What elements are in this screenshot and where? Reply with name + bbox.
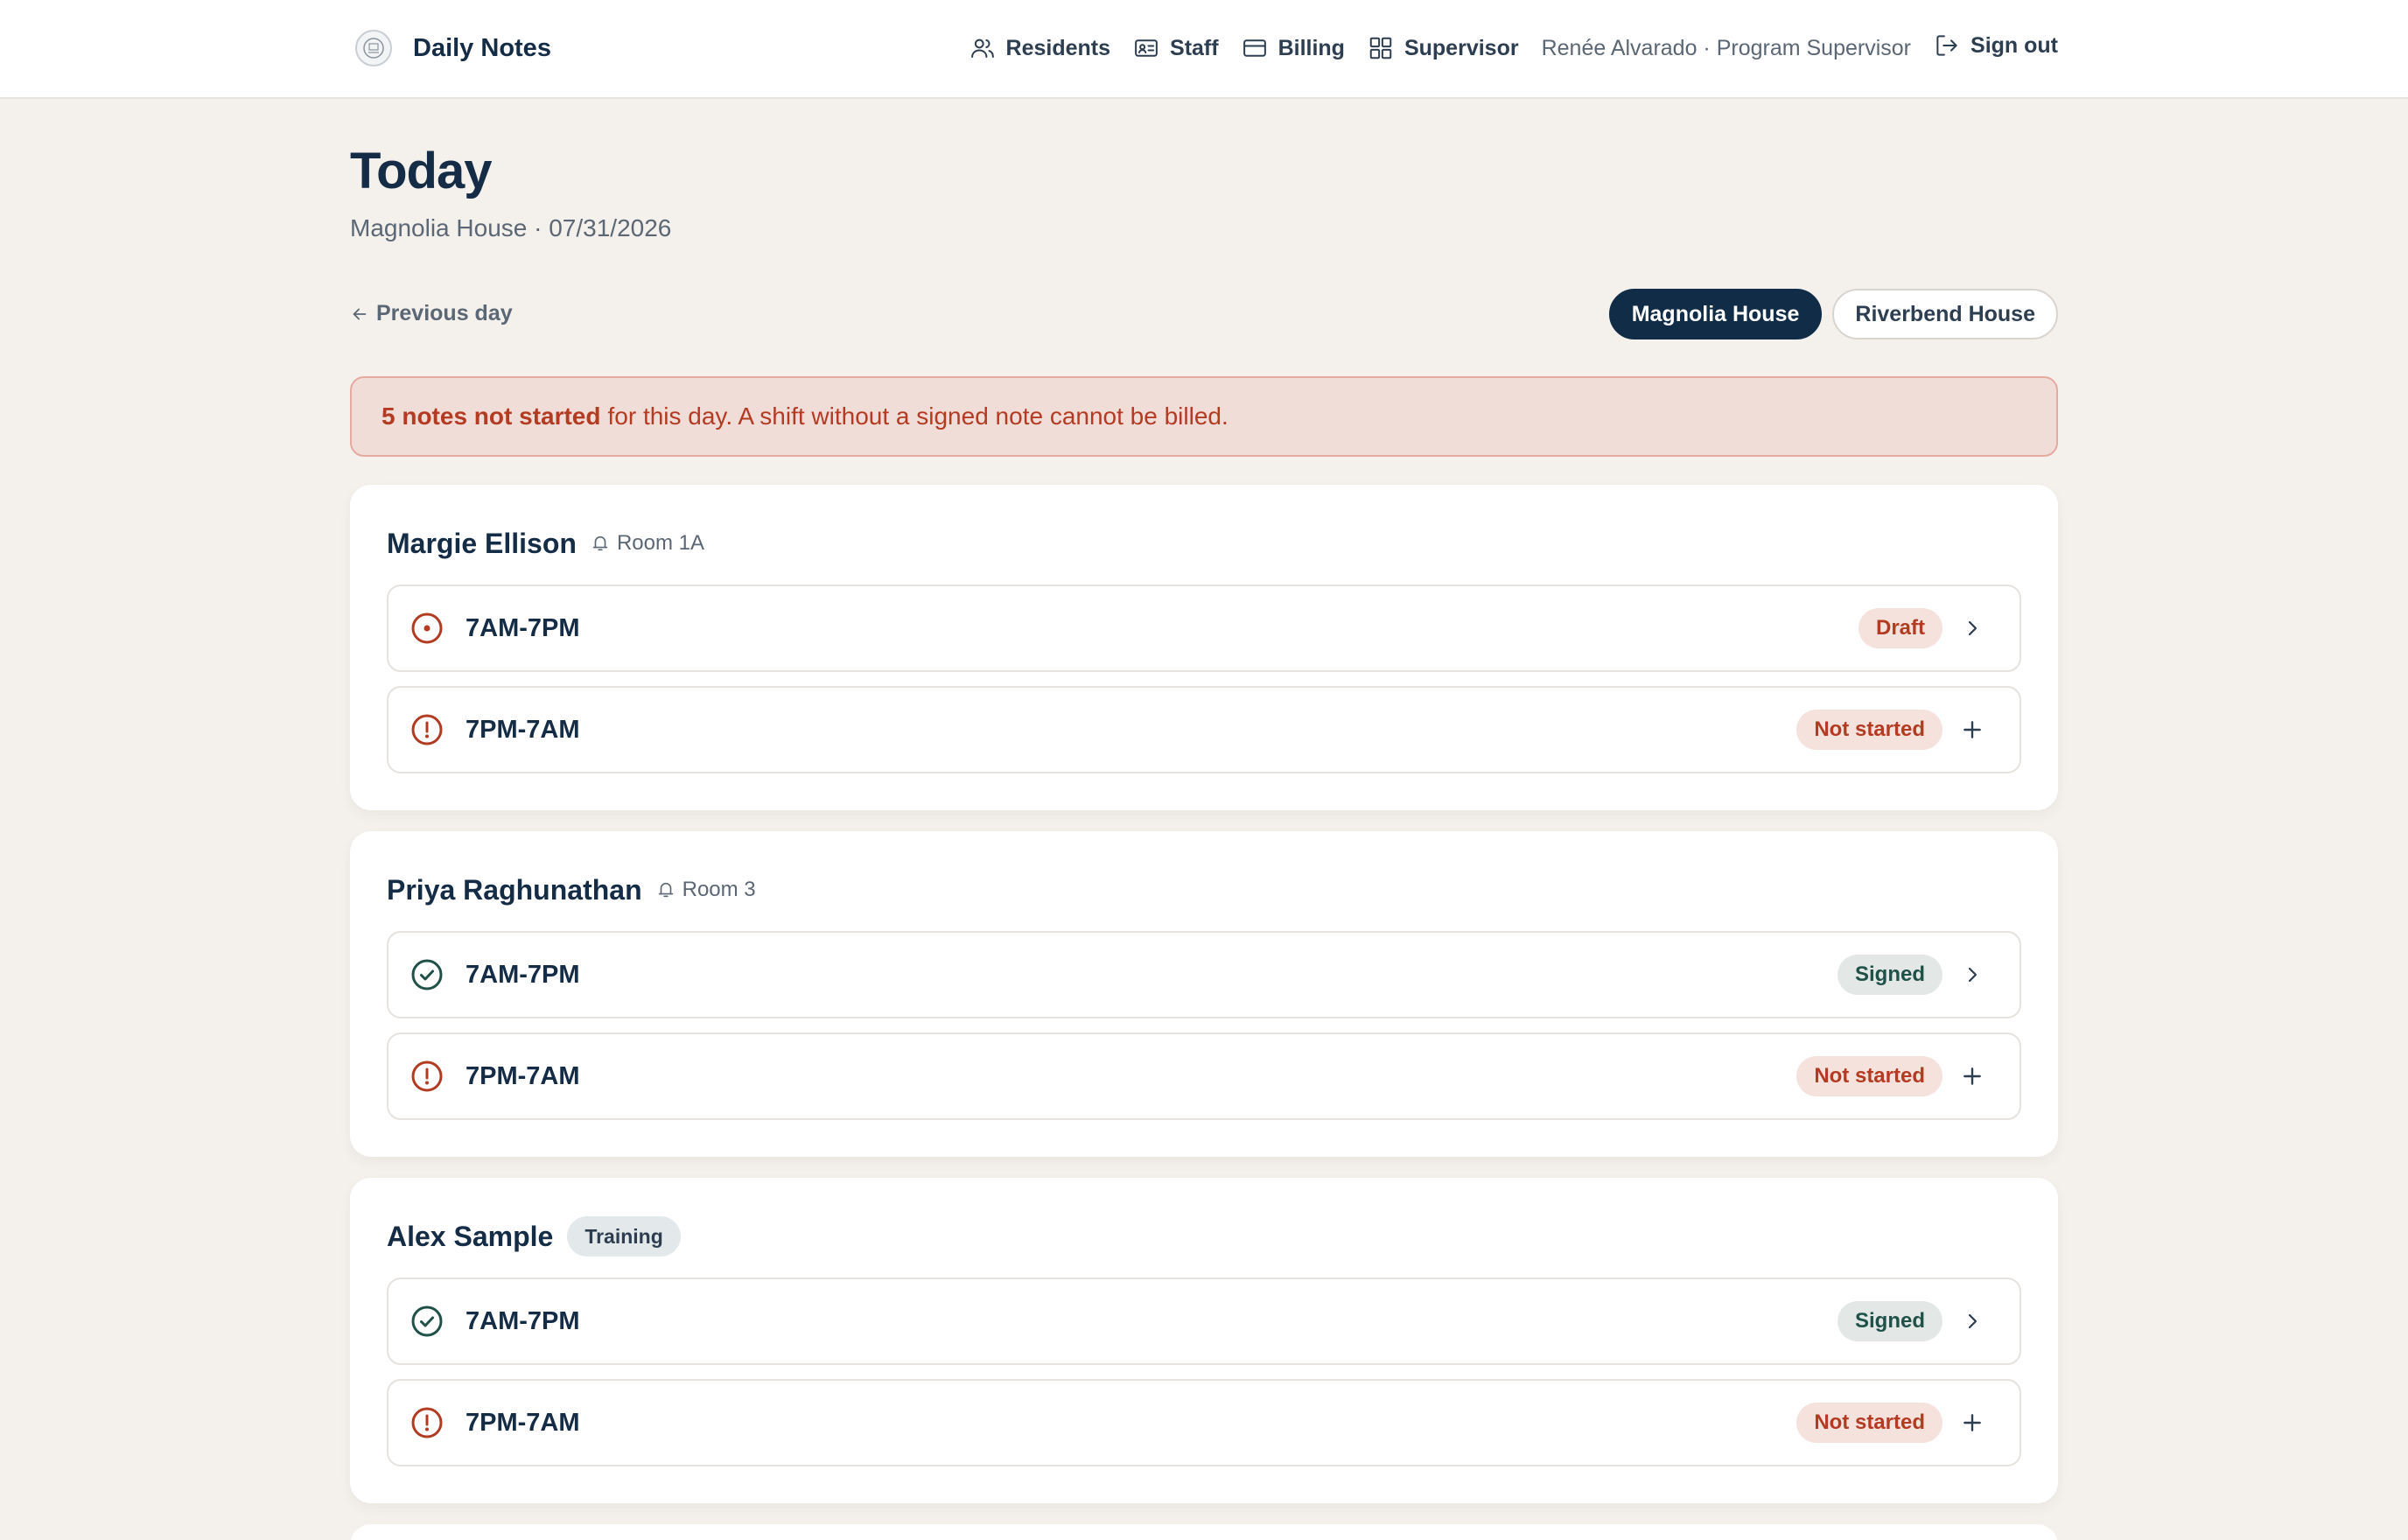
- nav-supervisor[interactable]: Supervisor: [1368, 35, 1519, 61]
- shift-row[interactable]: 7AM-7PM Signed: [387, 1278, 2021, 1365]
- shift-status-area: Not started: [1796, 1034, 1984, 1118]
- resident-card: Alex Sample Training 7AM-7PM Signed 7PM-…: [350, 1178, 2058, 1503]
- shift-row[interactable]: 7AM-7PM Draft: [387, 584, 2021, 672]
- room-label: Room 1A: [616, 531, 704, 555]
- users-icon: [970, 38, 994, 58]
- previous-day-label: Previous day: [376, 301, 513, 326]
- nav-billing[interactable]: Billing: [1242, 35, 1345, 61]
- nav-billing-label: Billing: [1278, 35, 1345, 60]
- check-circle-icon: [410, 957, 444, 992]
- draft-circle-icon: [410, 611, 444, 646]
- status-badge: Not started: [1796, 710, 1942, 750]
- nav-residents[interactable]: Residents: [970, 35, 1110, 61]
- alert-circle-icon: [410, 712, 444, 747]
- alert-circle-icon: [410, 1059, 444, 1094]
- shift-label: 7AM-7PM: [466, 613, 580, 642]
- chevron-right-icon[interactable]: [1960, 962, 1984, 987]
- shift-label: 7AM-7PM: [466, 1306, 580, 1335]
- resident-card: Priya Raghunathan Room 3 7AM-7PM Signed …: [350, 831, 2058, 1157]
- page-subtitle: Magnolia House · 07/31/2026: [350, 214, 672, 242]
- sign-out-button[interactable]: Sign out: [1934, 32, 2058, 59]
- shift-status-area: Not started: [1796, 688, 1984, 772]
- top-bar: Daily Notes Residents Staff Billing Supe…: [0, 0, 2408, 99]
- nav-staff[interactable]: Staff: [1133, 35, 1219, 61]
- shift-status-area: Draft: [1858, 586, 1984, 670]
- training-tag: Training: [567, 1216, 681, 1256]
- credit-card-icon: [1242, 39, 1266, 57]
- plus-icon[interactable]: [1960, 1410, 1984, 1435]
- sign-out-label: Sign out: [1970, 32, 2058, 58]
- plus-icon[interactable]: [1960, 1064, 1984, 1088]
- shift-row[interactable]: 7AM-7PM Signed: [387, 931, 2021, 1018]
- resident-card: Margie Ellison Room 1A 7AM-7PM Draft 7PM…: [350, 485, 2058, 810]
- unstarted-notes-alert: 5 notes not started for this day. A shif…: [350, 376, 2058, 457]
- room-info: Room 3: [656, 878, 756, 902]
- resident-header: Priya Raghunathan Room 3: [387, 872, 756, 908]
- shift-row[interactable]: 7PM-7AM Not started: [387, 1379, 2021, 1466]
- nav-supervisor-label: Supervisor: [1404, 35, 1519, 60]
- app-title: Daily Notes: [413, 33, 551, 62]
- shift-label: 7PM-7AM: [466, 1408, 580, 1437]
- id-card-icon: [1135, 39, 1158, 57]
- current-user: Renée Alvarado · Program Supervisor: [1541, 35, 1912, 60]
- bell-icon: [592, 536, 608, 551]
- house-button-riverbend[interactable]: Riverbend House: [1832, 289, 2058, 340]
- seal-logo-icon: [355, 30, 392, 66]
- shift-label: 7AM-7PM: [466, 960, 580, 989]
- resident-header: Alex Sample Training: [387, 1216, 681, 1256]
- grid-icon: [1369, 37, 1392, 60]
- alert-count: 5 notes not started: [382, 402, 601, 430]
- previous-day-link[interactable]: Previous day: [350, 301, 513, 326]
- house-switcher: Magnolia House Riverbend House: [1599, 289, 2058, 340]
- sign-out-icon: [1936, 35, 1957, 56]
- shift-row[interactable]: 7PM-7AM Not started: [387, 686, 2021, 774]
- status-badge: Not started: [1796, 1403, 1942, 1443]
- status-badge: Not started: [1796, 1056, 1942, 1096]
- shift-row[interactable]: 7PM-7AM Not started: [387, 1032, 2021, 1120]
- nav-staff-label: Staff: [1170, 35, 1219, 60]
- page-title: Today: [350, 143, 492, 200]
- arrow-left-icon: [353, 308, 367, 319]
- chevron-right-icon[interactable]: [1960, 616, 1984, 640]
- shift-status-area: Not started: [1796, 1381, 1984, 1465]
- resident-header: Margie Ellison Room 1A: [387, 525, 704, 562]
- alert-circle-icon: [410, 1405, 444, 1440]
- plus-icon[interactable]: [1960, 718, 1984, 742]
- room-label: Room 3: [682, 878, 756, 901]
- chevron-right-icon[interactable]: [1960, 1309, 1984, 1334]
- bell-icon: [658, 882, 673, 898]
- house-button-magnolia[interactable]: Magnolia House: [1608, 289, 1823, 340]
- nav-residents-label: Residents: [1005, 35, 1111, 60]
- status-badge: Signed: [1837, 1301, 1942, 1341]
- status-badge: Signed: [1837, 955, 1942, 995]
- resident-name[interactable]: Margie Ellison: [387, 528, 577, 560]
- status-badge: Draft: [1858, 608, 1942, 648]
- shift-status-area: Signed: [1837, 1279, 1984, 1363]
- shift-label: 7PM-7AM: [466, 1061, 580, 1090]
- resident-name[interactable]: Priya Raghunathan: [387, 874, 642, 906]
- brand[interactable]: Daily Notes: [355, 30, 551, 66]
- resident-card-partial: [350, 1524, 2058, 1540]
- shift-status-area: Signed: [1837, 933, 1984, 1017]
- main-nav: Residents Staff Billing Supervisor Renée…: [947, 30, 2058, 66]
- shift-label: 7PM-7AM: [466, 715, 580, 744]
- check-circle-icon: [410, 1304, 444, 1339]
- room-info: Room 1A: [591, 531, 704, 556]
- alert-message: for this day. A shift without a signed n…: [607, 402, 1228, 430]
- resident-name[interactable]: Alex Sample: [387, 1221, 553, 1253]
